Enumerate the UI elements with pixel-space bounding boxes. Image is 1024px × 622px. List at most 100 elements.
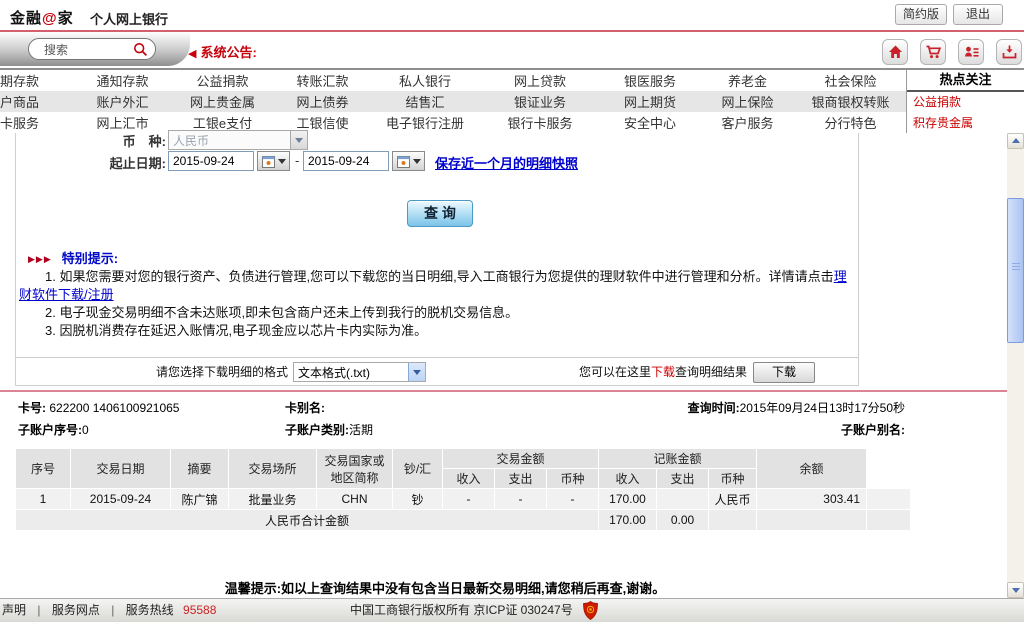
nav-item[interactable]: 银行卡服务 xyxy=(480,113,600,132)
scroll-down-button[interactable] xyxy=(1007,582,1024,598)
date-from-input[interactable] xyxy=(168,151,254,171)
scroll-up-button[interactable] xyxy=(1007,133,1024,149)
cell-txn-currency: - xyxy=(547,489,599,510)
nav-item[interactable]: 银证业务 xyxy=(480,92,600,111)
nav-item[interactable]: 银商银权转账 xyxy=(795,92,906,111)
hint-post: 查询明细结果 xyxy=(675,365,747,379)
cart-button[interactable] xyxy=(920,39,946,65)
cell-txn-expense: - xyxy=(495,489,547,510)
footer: 声明 | 服务网点 | 服务热线 95588 中国工商银行版权所有 京ICP证 … xyxy=(0,598,1024,622)
download-button[interactable]: 下载 xyxy=(753,362,815,383)
nav-item[interactable]: 分行特色 xyxy=(795,113,906,132)
nav-item[interactable]: 结售汇 xyxy=(370,92,480,111)
home-button[interactable] xyxy=(882,39,908,65)
total-balance xyxy=(757,510,867,531)
footer-links: 声明 | 服务网点 | 服务热线 95588 xyxy=(2,599,216,622)
nav-item[interactable]: 网上保险 xyxy=(700,92,795,111)
main-nav: 期存款 通知存款 公益捐款 转账汇款 私人银行 网上贷款 银医服务 养老金 社会… xyxy=(0,68,1024,133)
logout-button[interactable]: 退出 xyxy=(953,4,1003,25)
nav-item[interactable]: 期存款 xyxy=(0,71,75,90)
cell-book-income: 170.00 xyxy=(599,489,657,510)
cell-date: 2015-09-24 xyxy=(71,489,171,510)
nav-item[interactable]: 网上汇市 xyxy=(75,113,170,132)
hot-item[interactable]: 积存贵金属 xyxy=(907,113,1024,134)
nav-item[interactable]: 网上期货 xyxy=(600,92,700,111)
notice-text: 温馨提示:如以上查询结果中没有包含当日最新交易明细,请您稍后再查,谢谢。 xyxy=(0,578,890,597)
cell-ghost xyxy=(867,489,911,510)
system-announcement: ◀系统公告: xyxy=(188,42,257,61)
query-button[interactable]: 查 询 xyxy=(407,200,473,227)
card-number-value: 622200 1406100921065 xyxy=(49,401,179,415)
branches-link[interactable]: 服务网点 xyxy=(52,603,100,617)
download-format-select[interactable]: 文本格式(.txt) xyxy=(293,362,426,382)
col-group-transaction-amount: 交易金额 xyxy=(443,449,599,469)
currency-select[interactable]: 人民币 xyxy=(168,130,308,150)
col-date: 交易日期 xyxy=(71,449,171,489)
scrollbar-thumb[interactable] xyxy=(1007,198,1024,343)
search-input[interactable]: 搜索 xyxy=(28,38,156,60)
nav-item[interactable]: 转账汇款 xyxy=(275,71,370,90)
cart-icon xyxy=(925,44,942,60)
nav-item[interactable]: 户商品 xyxy=(0,92,75,111)
col-serial: 序号 xyxy=(16,449,71,489)
snapshot-link[interactable]: 保存近一个月的明细快照 xyxy=(435,153,578,172)
contacts-icon xyxy=(963,44,980,60)
sub-type-label: 子账户类别: xyxy=(285,423,349,437)
hotline-number: 95588 xyxy=(183,603,216,617)
nav-item[interactable]: 账户外汇 xyxy=(75,92,170,111)
nav-item[interactable]: 社会保险 xyxy=(795,71,906,90)
col-place: 交易场所 xyxy=(229,449,317,489)
download-hint: 您可以在这里下载查询明细结果 xyxy=(579,358,747,386)
currency-label: 币 种: xyxy=(71,133,166,150)
inbox-button[interactable] xyxy=(996,39,1022,65)
date-range-label: 起止日期: xyxy=(71,153,166,172)
nav-row-2: 户商品 账户外汇 网上贵金属 网上债券 结售汇 银证业务 网上期货 网上保险 银… xyxy=(0,91,906,112)
query-time: 查询时间:2015年09月24日13时17分50秒 xyxy=(688,397,905,419)
special-tips-header: ▶▶▶特别提示: xyxy=(28,248,118,267)
col-balance: 余额 xyxy=(757,449,867,489)
hot-item[interactable]: 公益捐款 xyxy=(907,92,1024,113)
table-row: 1 2015-09-24 陈广锦 批量业务 CHN 钞 - - - 170.00… xyxy=(16,489,911,510)
sub-serial-value: 0 xyxy=(82,423,89,437)
vertical-scrollbar[interactable] xyxy=(1007,133,1024,598)
download-row: 请您选择下载明细的格式 文本格式(.txt) 您可以在这里下载查询明细结果 下载 xyxy=(16,357,858,385)
col-cash: 钞/汇 xyxy=(393,449,443,489)
transactions-table: 序号 交易日期 摘要 交易场所 交易国家或地区简称 钞/汇 交易金额 记账金额 … xyxy=(15,448,911,531)
search-icon[interactable] xyxy=(133,42,148,57)
col-txn-income: 收入 xyxy=(443,469,495,489)
cell-place: 批量业务 xyxy=(229,489,317,510)
sub-header: 搜索 ◀系统公告: xyxy=(0,32,1024,68)
contacts-button[interactable] xyxy=(958,39,984,65)
nav-item[interactable]: 养老金 xyxy=(700,71,795,90)
inbox-icon xyxy=(1001,44,1018,60)
nav-item[interactable]: 卡服务 xyxy=(0,113,75,132)
separator: | xyxy=(111,603,114,617)
nav-row-1: 期存款 通知存款 公益捐款 转账汇款 私人银行 网上贷款 银医服务 养老金 社会… xyxy=(0,70,906,91)
nav-item[interactable]: 电子银行注册 xyxy=(370,113,480,132)
statement-link[interactable]: 声明 xyxy=(2,603,26,617)
date-separator: - xyxy=(295,153,299,168)
nav-item[interactable]: 客户服务 xyxy=(700,113,795,132)
nav-item[interactable]: 私人银行 xyxy=(370,71,480,90)
nav-item[interactable]: 安全中心 xyxy=(600,113,700,132)
nav-item[interactable]: 网上债券 xyxy=(275,92,370,111)
calendar-icon xyxy=(397,155,410,168)
calendar-icon xyxy=(262,155,275,168)
cell-serial: 1 xyxy=(16,489,71,510)
card-number: 卡号: 622200 1406100921065 xyxy=(18,397,179,419)
top-bar: 金融@家 个人网上银行 简约版 退出 xyxy=(0,0,1024,32)
hotline-label: 服务热线 xyxy=(126,603,174,617)
total-book-expense: 0.00 xyxy=(657,510,709,531)
date-to-calendar-button[interactable] xyxy=(392,151,425,171)
col-book-currency: 币种 xyxy=(709,469,757,489)
date-from-calendar-button[interactable] xyxy=(257,151,290,171)
nav-item[interactable]: 网上贵金属 xyxy=(170,92,275,111)
cell-summary: 陈广锦 xyxy=(171,489,229,510)
nav-item[interactable]: 银医服务 xyxy=(600,71,700,90)
nav-item[interactable]: 公益捐款 xyxy=(170,71,275,90)
nav-item[interactable]: 网上贷款 xyxy=(480,71,600,90)
nav-item[interactable]: 通知存款 xyxy=(75,71,170,90)
date-to-input[interactable] xyxy=(303,151,389,171)
total-book-currency xyxy=(709,510,757,531)
simple-version-button[interactable]: 简约版 xyxy=(895,4,947,25)
